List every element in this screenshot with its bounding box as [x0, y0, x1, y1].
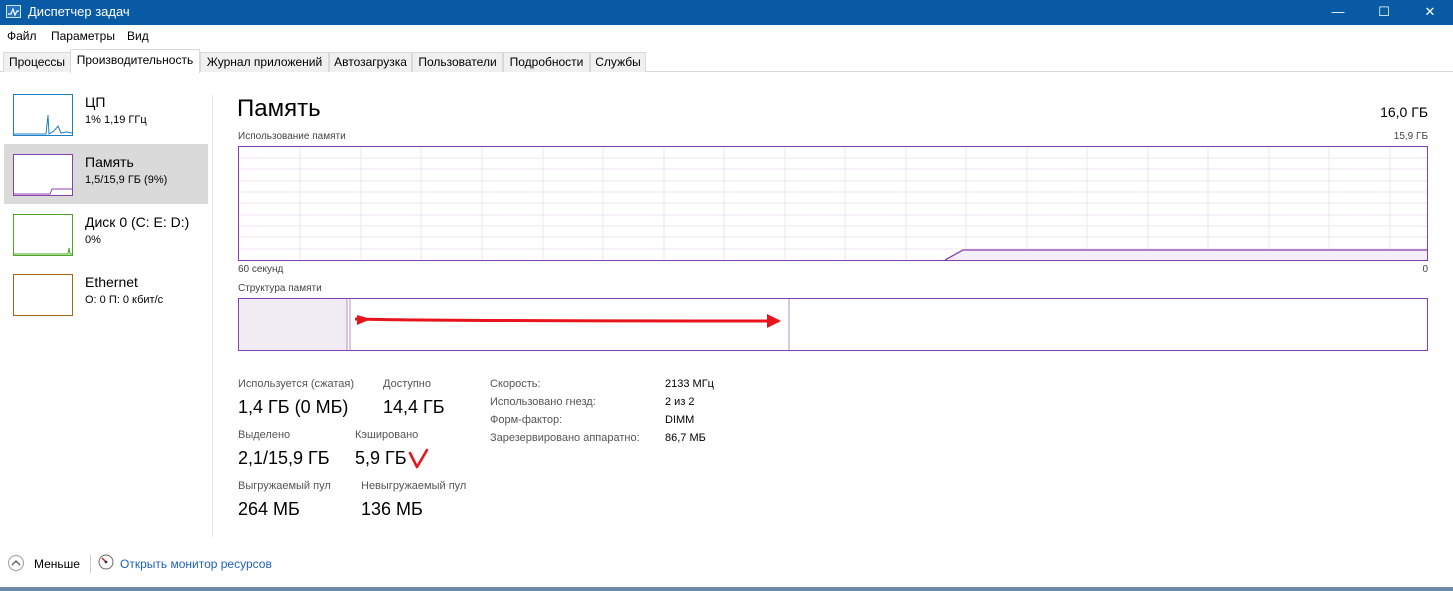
- usage-graph-label: Использование памяти: [238, 131, 346, 142]
- usage-graph-max: 15,9 ГБ: [1393, 131, 1428, 142]
- slots-label: Использовано гнезд:: [490, 396, 596, 408]
- performance-sidebar: ЦП 1% 1,19 ГГц Память 1,5/15,9 ГБ (9%) Д…: [0, 82, 212, 537]
- footer-divider: [90, 555, 91, 573]
- form-factor-label: Форм-фактор:: [490, 414, 563, 426]
- title-bar: Диспетчер задач — ☐ ✕: [0, 0, 1453, 25]
- menu-view[interactable]: Вид: [127, 29, 149, 43]
- red-arrow-annotation: [354, 314, 781, 328]
- memory-usage-graph: [238, 146, 1428, 261]
- tab-users[interactable]: Пользователи: [412, 52, 503, 72]
- paged-pool-label: Выгружаемый пул: [238, 480, 331, 492]
- sidebar-item-subtitle: О: 0 П: 0 кбит/с: [85, 294, 164, 306]
- composition-label: Структура памяти: [238, 283, 322, 294]
- in-use-value: 1,4 ГБ (0 МБ): [238, 397, 349, 417]
- window-bottom-edge: [0, 587, 1453, 591]
- hardware-reserved-value: 86,7 МБ: [665, 432, 706, 444]
- committed-value: 2,1/15,9 ГБ: [238, 448, 330, 468]
- sidebar-item-subtitle: 1,5/15,9 ГБ (9%): [85, 174, 168, 186]
- speed-label: Скорость:: [490, 378, 541, 390]
- sidebar-item-title: Диск 0 (C: E: D:): [85, 214, 190, 230]
- task-manager-icon: [6, 5, 21, 18]
- tab-strip: Процессы Производительность Журнал прило…: [0, 48, 1453, 73]
- sidebar-item-cpu[interactable]: ЦП 1% 1,19 ГГц: [4, 84, 208, 144]
- committed-label: Выделено: [238, 429, 291, 441]
- window-title: Диспетчер задач: [28, 4, 130, 19]
- memory-composition-bar: [238, 298, 1428, 351]
- cpu-thumbnail: [13, 94, 73, 136]
- paged-pool-value: 264 МБ: [238, 499, 300, 519]
- form-factor-value: DIMM: [665, 414, 695, 426]
- tab-services[interactable]: Службы: [590, 52, 646, 72]
- total-memory: 16,0 ГБ: [1380, 104, 1428, 120]
- menu-bar: Файл Параметры Вид: [0, 25, 1453, 47]
- speed-value: 2133 МГц: [665, 378, 714, 390]
- in-use-label: Используется (сжатая): [238, 378, 355, 390]
- sidebar-item-disk[interactable]: Диск 0 (C: E: D:) 0%: [4, 204, 208, 264]
- sidebar-item-title: Память: [85, 154, 134, 170]
- nonpaged-pool-value: 136 МБ: [361, 499, 423, 519]
- close-button[interactable]: ✕: [1407, 0, 1453, 25]
- maximize-button[interactable]: ☐: [1361, 0, 1407, 25]
- available-label: Доступно: [383, 378, 432, 390]
- time-axis-left: 60 секунд: [238, 264, 284, 275]
- footer-bar: Меньше Открыть монитор ресурсов: [0, 545, 1453, 585]
- memory-usage-grid: [239, 147, 1427, 260]
- fewer-details-button[interactable]: Меньше: [34, 557, 80, 571]
- sidebar-item-title: ЦП: [85, 94, 106, 110]
- tab-details[interactable]: Подробности: [503, 52, 590, 72]
- slots-value: 2 из 2: [665, 396, 695, 408]
- tab-processes[interactable]: Процессы: [3, 52, 71, 72]
- red-check-annotation: [408, 448, 429, 469]
- page-title: Память: [237, 95, 321, 122]
- sidebar-item-title: Ethernet: [85, 274, 138, 290]
- minimize-button[interactable]: —: [1315, 0, 1361, 25]
- resource-monitor-icon[interactable]: [98, 554, 114, 570]
- hardware-reserved-label: Зарезервировано аппаратно:: [490, 432, 640, 444]
- tab-performance[interactable]: Производительность: [70, 49, 200, 73]
- cached-label: Кэшировано: [355, 429, 419, 441]
- sidebar-item-memory[interactable]: Память 1,5/15,9 ГБ (9%): [4, 144, 208, 204]
- sidebar-item-subtitle: 0%: [85, 234, 101, 246]
- chevron-up-icon[interactable]: [8, 555, 24, 571]
- tab-app-history[interactable]: Журнал приложений: [200, 52, 329, 72]
- menu-options[interactable]: Параметры: [51, 29, 115, 43]
- memory-composition-segments: [239, 299, 790, 350]
- sidebar-item-subtitle: 1% 1,19 ГГц: [85, 114, 147, 126]
- time-axis-right: 0: [1422, 264, 1428, 275]
- memory-thumbnail: [13, 154, 73, 196]
- cached-value: 5,9 ГБ: [355, 448, 407, 468]
- nonpaged-pool-label: Невыгружаемый пул: [361, 480, 467, 492]
- open-resource-monitor-link[interactable]: Открыть монитор ресурсов: [120, 557, 272, 571]
- ethernet-thumbnail: [13, 274, 73, 316]
- panel-divider[interactable]: [212, 95, 213, 537]
- menu-file[interactable]: Файл: [7, 29, 37, 43]
- available-value: 14,4 ГБ: [383, 397, 445, 417]
- sidebar-item-ethernet[interactable]: Ethernet О: 0 П: 0 кбит/с: [4, 264, 208, 324]
- tab-startup[interactable]: Автозагрузка: [329, 52, 412, 72]
- disk-thumbnail: [13, 214, 73, 256]
